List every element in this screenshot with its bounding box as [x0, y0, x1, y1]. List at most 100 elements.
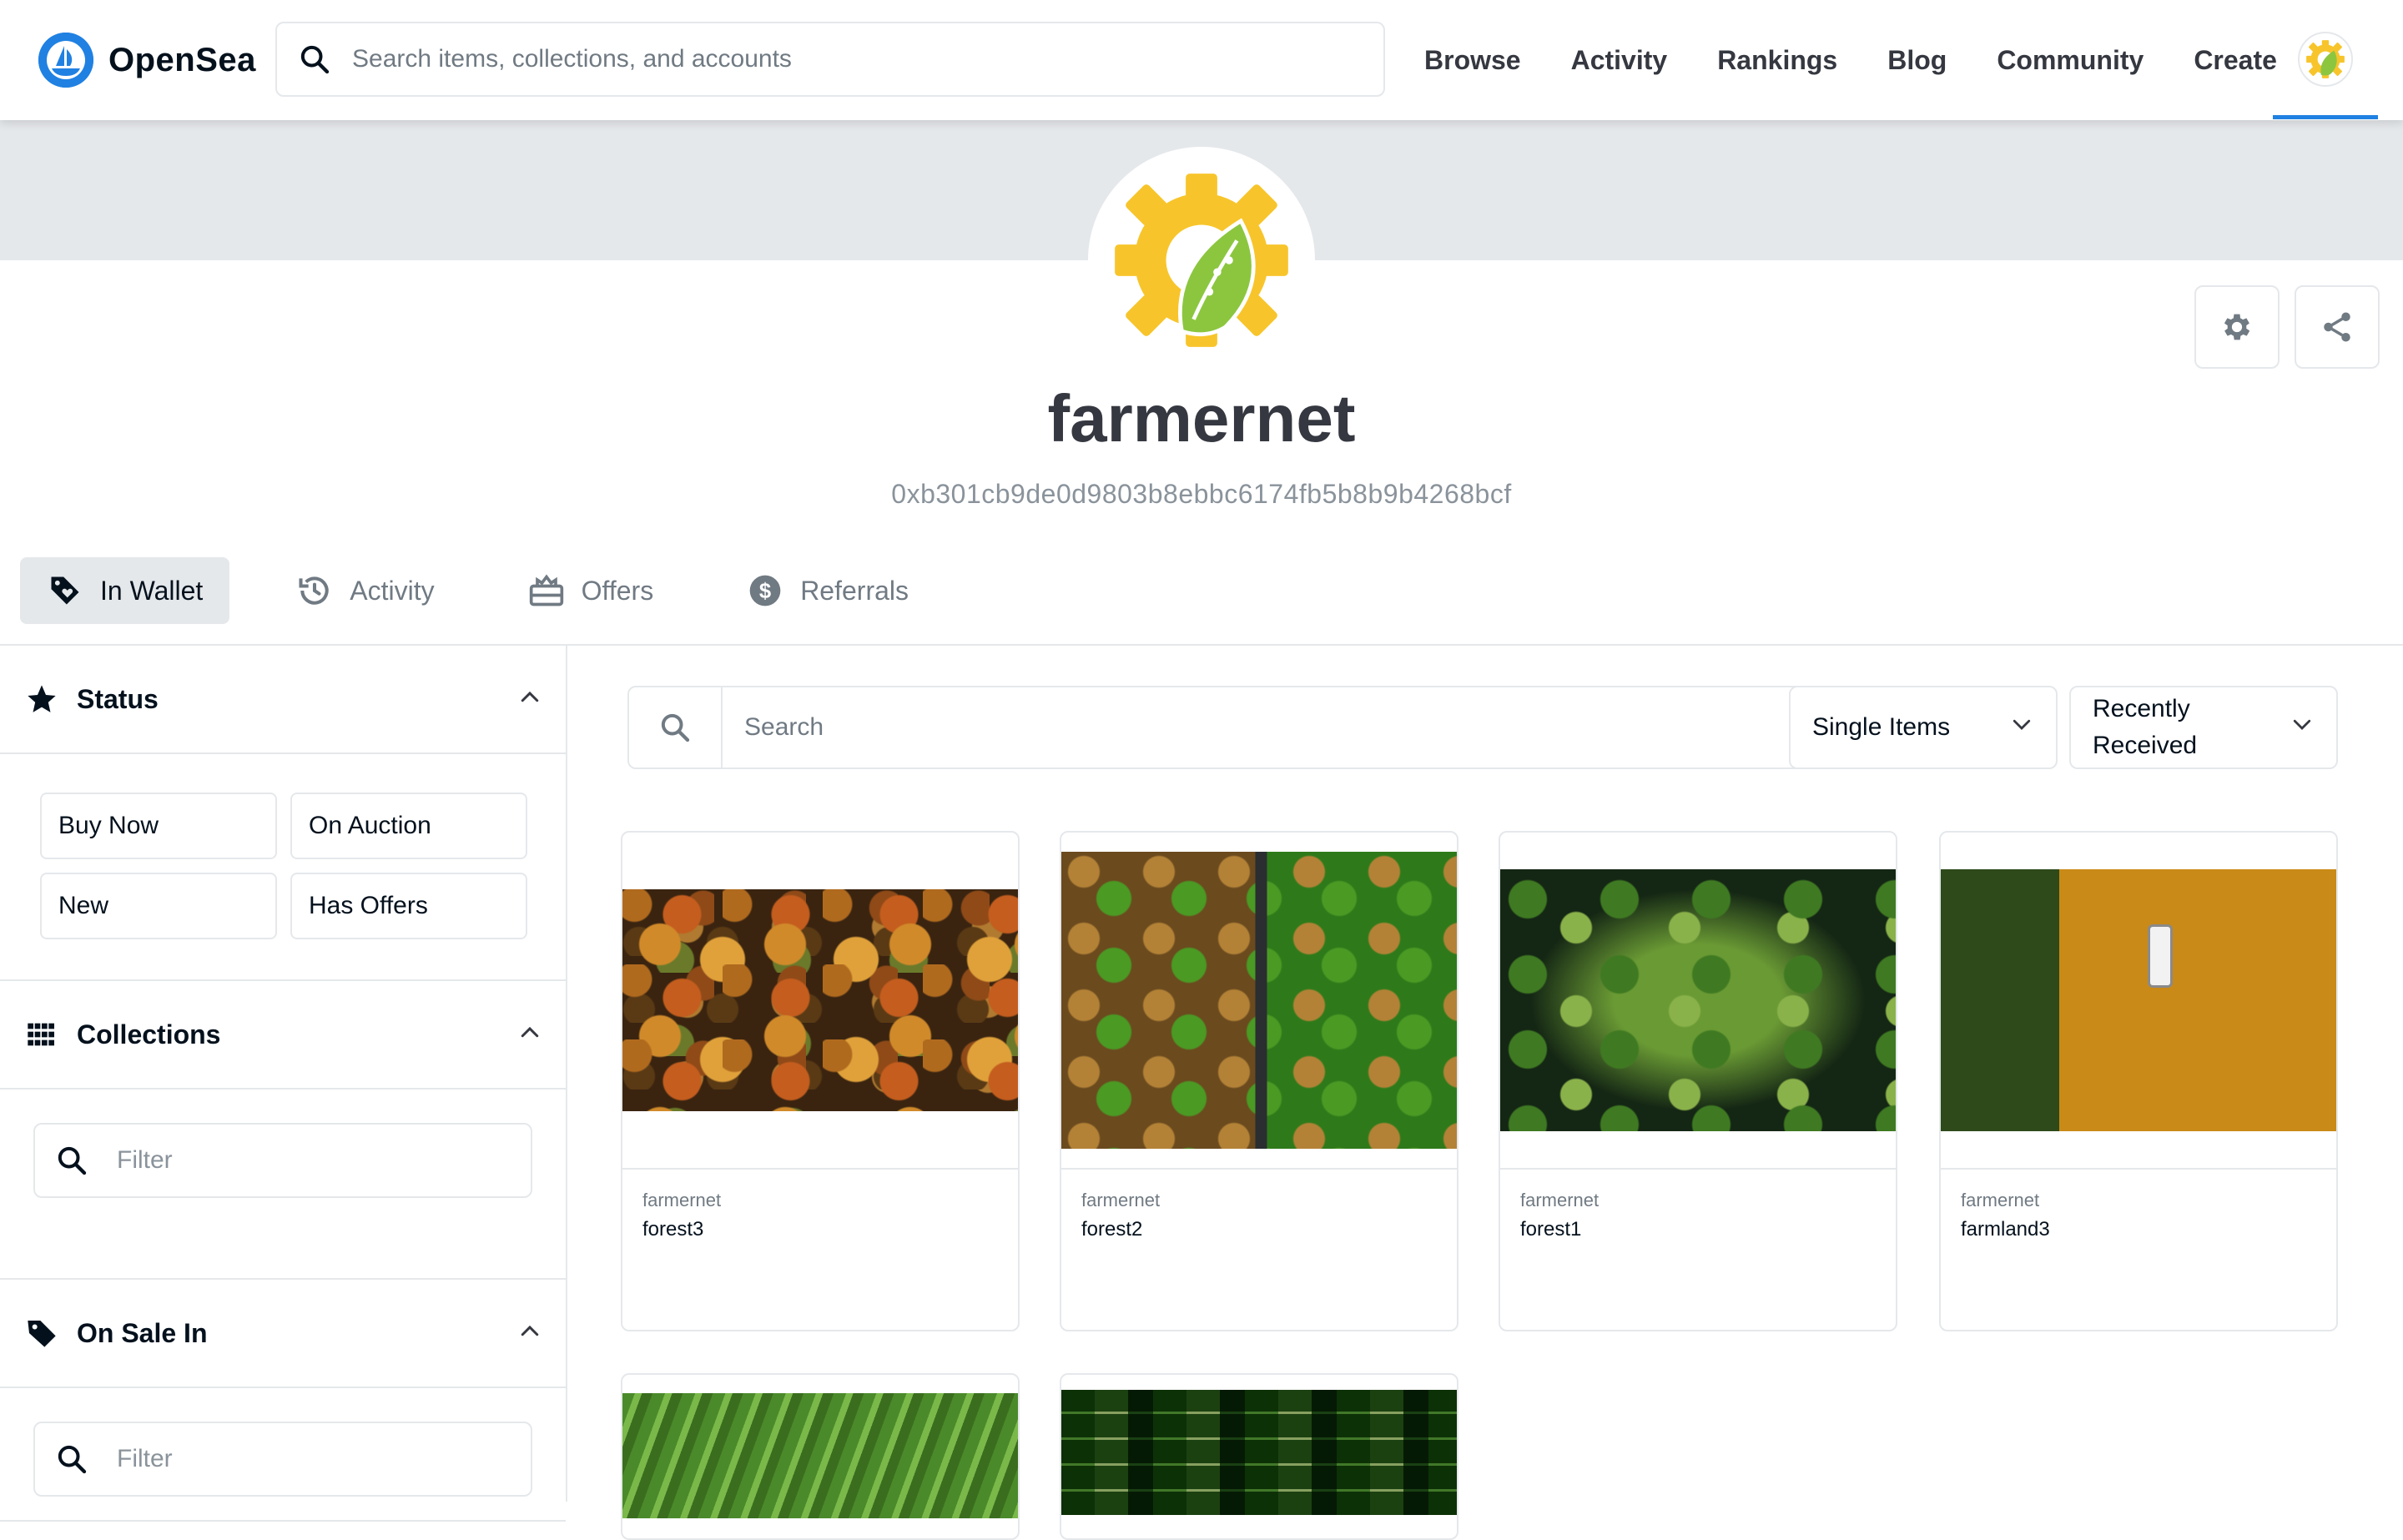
gear-icon: [2224, 314, 2250, 340]
item-type-value: Single Items: [1812, 713, 1951, 741]
tab-label: Activity: [350, 575, 435, 606]
account-avatar[interactable]: [2298, 32, 2353, 87]
status-options: Buy Now On Auction New Has Offers: [0, 754, 566, 981]
nav-link-rankings[interactable]: Rankings: [1717, 45, 1837, 76]
profile-settings-button[interactable]: [2194, 285, 2280, 369]
wallet-address[interactable]: 0xb301cb9de0d9803b8ebbc6174fb5b8b9b4268b…: [0, 479, 2403, 510]
tag-icon: [23, 1316, 60, 1350]
sort-value-line1: Recently: [2093, 695, 2190, 722]
status-buy-now-button[interactable]: Buy Now: [40, 793, 277, 859]
items-search[interactable]: [627, 686, 1832, 769]
nav-links: Browse Activity Rankings Blog Community …: [1402, 0, 2302, 120]
asset-collection[interactable]: farmernet: [1081, 1190, 1160, 1211]
tab-label: Referrals: [800, 575, 909, 606]
asset-collection[interactable]: farmernet: [1961, 1190, 2039, 1211]
tab-label: Offers: [581, 575, 654, 606]
asset-media: [622, 833, 1018, 1170]
asset-media: [1061, 833, 1457, 1170]
profile-username: farmernet: [1047, 381, 1356, 455]
profile-tabs: In Wallet Activity Offers $ Referrals: [20, 557, 975, 624]
on-sale-in-filter-body: [0, 1388, 566, 1522]
on-sale-in-filter[interactable]: [33, 1422, 532, 1497]
on-sale-in-filter-header[interactable]: On Sale In: [0, 1280, 566, 1388]
status-filter-title: Status: [77, 683, 159, 714]
on-sale-in-filter-input[interactable]: [117, 1445, 531, 1473]
nav-link-browse[interactable]: Browse: [1424, 45, 1521, 76]
search-icon: [35, 1442, 108, 1476]
history-icon: [296, 572, 333, 609]
tab-in-wallet[interactable]: In Wallet: [20, 557, 230, 624]
top-navbar: OpenSea Browse Activity Rankings Blog Co…: [0, 0, 2403, 120]
global-search[interactable]: [275, 22, 1385, 97]
chevron-down-icon: [2290, 712, 2315, 743]
filter-sidebar: Status Buy Now On Auction New Has Offers…: [0, 646, 567, 1522]
asset-name: forest2: [1081, 1218, 1143, 1241]
asset-card[interactable]: farmernet farmland3: [1939, 831, 2338, 1331]
asset-card[interactable]: [1060, 1373, 1458, 1540]
asset-media: [622, 1375, 1018, 1538]
status-on-auction-button[interactable]: On Auction: [290, 793, 527, 859]
asset-image: [1941, 869, 2336, 1131]
chevron-down-icon: [2009, 712, 2034, 743]
asset-media: [1500, 833, 1896, 1170]
brand-name: OpenSea: [108, 41, 256, 78]
asset-image: [1500, 869, 1896, 1131]
nav-link-activity[interactable]: Activity: [1571, 45, 1668, 76]
tag-heart-icon: [47, 572, 83, 609]
asset-name: farmland3: [1961, 1218, 2050, 1241]
collections-filter-title: Collections: [77, 1019, 221, 1049]
on-sale-in-filter-title: On Sale In: [77, 1317, 208, 1348]
asset-collection[interactable]: farmernet: [1520, 1190, 1599, 1211]
offers-icon: [528, 572, 565, 609]
status-new-button[interactable]: New: [40, 873, 277, 939]
global-search-input[interactable]: [352, 45, 1383, 73]
search-icon: [629, 687, 723, 767]
profile-avatar: [1093, 152, 1310, 369]
active-nav-underline: [2273, 115, 2378, 119]
tab-referrals[interactable]: $ Referrals: [720, 557, 935, 624]
asset-card[interactable]: [621, 1373, 1020, 1540]
asset-image: [1061, 852, 1457, 1149]
grid-icon: [23, 1018, 60, 1051]
asset-card[interactable]: farmernet forest1: [1499, 831, 1897, 1331]
farmernet-logo-icon: [2306, 40, 2345, 78]
dollar-circle-icon: $: [747, 572, 783, 609]
tab-activity[interactable]: Activity: [270, 557, 461, 624]
items-search-input[interactable]: [744, 713, 1831, 742]
tab-offers[interactable]: Offers: [501, 557, 681, 624]
asset-image: [622, 889, 1018, 1111]
sort-select[interactable]: Recently Received: [2069, 686, 2338, 769]
share-profile-button[interactable]: [2295, 285, 2380, 369]
asset-media: [1941, 833, 2336, 1170]
asset-collection[interactable]: farmernet: [642, 1190, 721, 1211]
asset-image: [1061, 1390, 1457, 1515]
asset-name: forest1: [1520, 1218, 1582, 1241]
nav-link-blog[interactable]: Blog: [1887, 45, 1947, 76]
asset-name: forest3: [642, 1218, 704, 1241]
opensea-logo-icon: [38, 33, 93, 88]
sort-value-line2: Received: [2093, 732, 2198, 759]
asset-image: [622, 1393, 1018, 1518]
status-has-offers-button[interactable]: Has Offers: [290, 873, 527, 939]
brand-link[interactable]: OpenSea: [38, 32, 256, 88]
item-type-select[interactable]: Single Items: [1789, 686, 2058, 769]
collections-filter-input[interactable]: [117, 1146, 531, 1175]
chevron-up-icon[interactable]: [517, 685, 542, 714]
status-filter-header[interactable]: Status: [0, 646, 566, 754]
asset-media: [1061, 1375, 1457, 1538]
collections-filter-body: [0, 1090, 566, 1280]
nav-link-community[interactable]: Community: [1997, 45, 2144, 76]
search-icon: [277, 23, 352, 95]
tab-label: In Wallet: [100, 575, 204, 606]
search-icon: [35, 1144, 108, 1177]
collections-filter[interactable]: [33, 1123, 532, 1198]
collections-filter-header[interactable]: Collections: [0, 981, 566, 1090]
asset-card[interactable]: farmernet forest2: [1060, 831, 1458, 1331]
farmernet-logo-icon: [1115, 174, 1288, 347]
sort-value: Recently Received: [2093, 691, 2290, 764]
asset-card[interactable]: farmernet forest3: [621, 831, 1020, 1331]
nav-link-create[interactable]: Create: [2194, 45, 2277, 76]
chevron-up-icon[interactable]: [517, 1020, 542, 1049]
svg-text:$: $: [759, 580, 771, 603]
chevron-up-icon[interactable]: [517, 1319, 542, 1348]
